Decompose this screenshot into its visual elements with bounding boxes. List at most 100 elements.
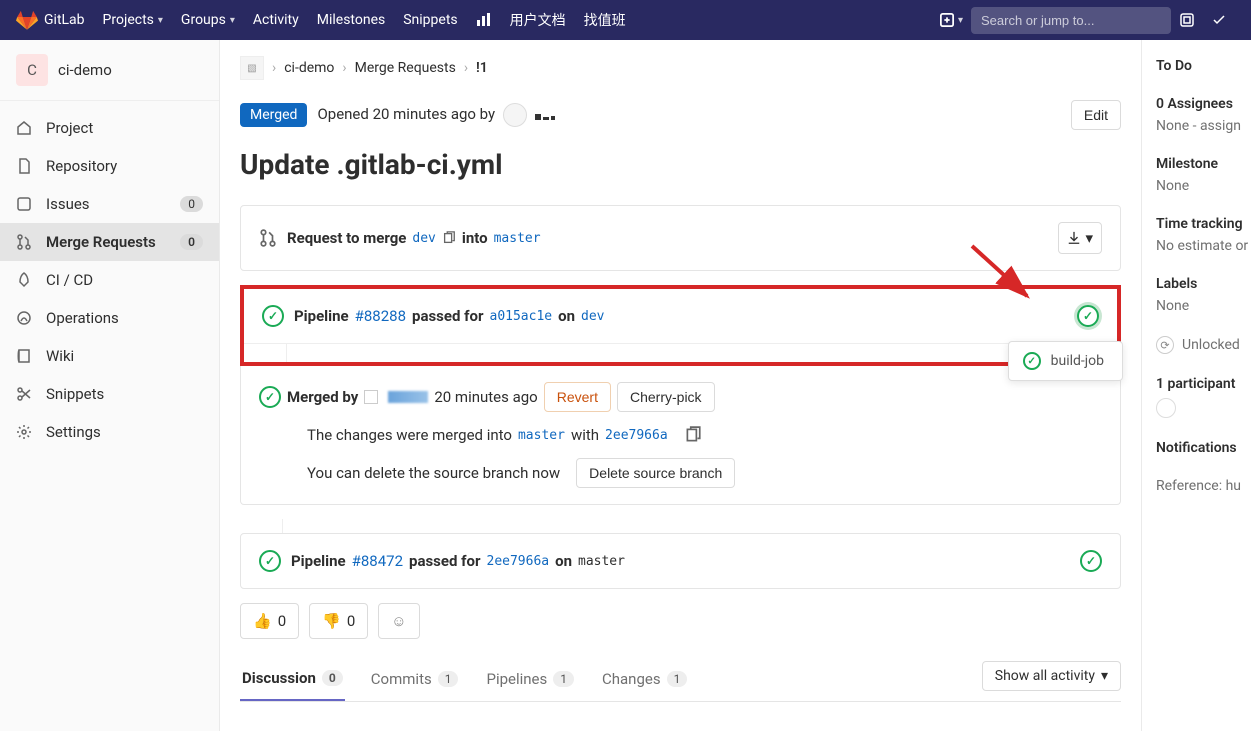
merged-by-label: Merged by — [287, 388, 358, 406]
pipeline-branch[interactable]: dev — [581, 309, 604, 324]
mr-count: 0 — [180, 234, 203, 250]
merger-name[interactable] — [388, 391, 428, 403]
tab-discussion[interactable]: Discussion0 — [240, 657, 345, 701]
nav-chart-icon[interactable] — [476, 12, 492, 28]
issues-count: 0 — [180, 196, 203, 212]
nav-user-docs[interactable]: 用户文档 — [510, 10, 566, 30]
merged-target[interactable]: master — [518, 428, 565, 443]
merge-request-icon — [16, 234, 32, 250]
sidebar-project[interactable]: Project — [0, 109, 219, 147]
rb-reference: Reference: hu — [1156, 478, 1251, 494]
merged-status-icon — [259, 386, 281, 408]
thumbs-down-icon: 👎 — [322, 612, 341, 630]
sidebar-operations[interactable]: Operations — [0, 299, 219, 337]
sidebar-cicd[interactable]: CI / CD — [0, 261, 219, 299]
thumbs-up-button[interactable]: 👍0 — [240, 603, 299, 639]
breadcrumb-section[interactable]: Merge Requests — [355, 60, 456, 76]
pipeline2-id-link[interactable]: #88472 — [352, 552, 403, 570]
merge-request-icon — [259, 229, 277, 247]
project-header[interactable]: C ci-demo — [0, 40, 219, 101]
into-label: into — [462, 229, 488, 247]
download-dropdown[interactable]: ▾ — [1058, 222, 1102, 254]
nav-groups[interactable]: Groups▾ — [181, 12, 235, 28]
home-icon — [16, 120, 32, 136]
pipeline-label: Pipeline — [294, 307, 349, 325]
thumbs-down-button[interactable]: 👎0 — [309, 603, 368, 639]
merged-commit[interactable]: 2ee7966a — [605, 428, 668, 443]
rocket-icon — [16, 272, 32, 288]
refresh-icon[interactable]: ⟳ — [1156, 336, 1174, 354]
issues-icon — [16, 196, 32, 212]
sidebar-wiki[interactable]: Wiki — [0, 337, 219, 375]
author-name[interactable] — [535, 106, 557, 124]
operations-icon — [16, 310, 32, 326]
pipeline2-commit-link[interactable]: 2ee7966a — [487, 554, 550, 569]
nav-milestones[interactable]: Milestones — [317, 12, 386, 28]
search-input[interactable] — [981, 13, 1157, 28]
rb-time-label: Time tracking — [1156, 216, 1251, 232]
breadcrumb-project[interactable]: ci-demo — [284, 60, 334, 76]
source-branch[interactable]: dev — [412, 231, 435, 246]
discussion-count: 0 — [322, 670, 343, 686]
nav-snippets[interactable]: Snippets — [403, 12, 457, 28]
nav-activity[interactable]: Activity — [253, 12, 299, 28]
rb-labels-label: Labels — [1156, 276, 1251, 292]
nav-projects[interactable]: Projects▾ — [103, 12, 163, 28]
sidebar-issues[interactable]: Issues0 — [0, 185, 219, 223]
chevron-down-icon: ▾ — [158, 15, 163, 26]
chevron-down-icon: ▾ — [1101, 668, 1108, 684]
sidebar-settings[interactable]: Settings — [0, 413, 219, 451]
rb-assignees-val[interactable]: None - assign — [1156, 118, 1251, 134]
plus-dropdown[interactable]: ▾ — [940, 13, 963, 27]
rb-todo: To Do — [1156, 58, 1251, 74]
request-to-merge-label: Request to merge — [287, 229, 406, 247]
copy-icon[interactable] — [442, 231, 456, 245]
todos-icon[interactable] — [1211, 12, 1227, 28]
job-popover: build-job — [1008, 341, 1123, 381]
book-icon — [16, 348, 32, 364]
tab-changes[interactable]: Changes1 — [600, 658, 689, 700]
pipeline-commit-link[interactable]: a015ac1e — [490, 309, 553, 324]
thumbs-up-icon: 👍 — [253, 612, 272, 630]
gitlab-logo[interactable]: GitLab — [16, 9, 85, 31]
target-branch[interactable]: master — [494, 231, 541, 246]
sidebar-merge-requests[interactable]: Merge Requests0 — [0, 223, 219, 261]
pipelines-count: 1 — [553, 671, 574, 687]
participant-avatar[interactable] — [1156, 398, 1176, 418]
global-search[interactable] — [971, 7, 1171, 34]
stage2-status-button[interactable] — [1080, 550, 1102, 572]
breadcrumb: ▧ › ci-demo › Merge Requests › !1 — [240, 56, 1121, 80]
job-name[interactable]: build-job — [1051, 353, 1104, 369]
pipeline2-status-icon[interactable] — [259, 550, 281, 572]
rb-labels-val: None — [1156, 298, 1251, 314]
cherry-pick-button[interactable]: Cherry-pick — [617, 382, 715, 412]
merger-avatar[interactable] — [364, 390, 378, 404]
rb-time-val: No estimate or — [1156, 238, 1251, 254]
mr-title: Update .gitlab-ci.yml — [240, 148, 1121, 181]
rb-notifications[interactable]: Notifications — [1156, 440, 1251, 456]
changes-count: 1 — [667, 671, 688, 687]
on-label: on — [555, 552, 572, 570]
sidebar-snippets[interactable]: Snippets — [0, 375, 219, 413]
rb-milestone-val: None — [1156, 178, 1251, 194]
pipeline-id-link[interactable]: #88288 — [355, 307, 406, 325]
delete-source-branch-button[interactable]: Delete source branch — [576, 458, 735, 488]
author-avatar[interactable] — [503, 103, 527, 127]
rb-assignees-label: 0 Assignees — [1156, 96, 1251, 112]
issues-icon[interactable] — [1179, 12, 1195, 28]
edit-button[interactable]: Edit — [1071, 100, 1121, 130]
tab-pipelines[interactable]: Pipelines1 — [484, 658, 576, 700]
tab-commits[interactable]: Commits1 — [369, 658, 461, 700]
nav-find-class[interactable]: 找值班 — [584, 10, 626, 30]
pipeline-status-icon[interactable] — [262, 305, 284, 327]
copy-icon[interactable] — [684, 426, 702, 444]
add-reaction-button[interactable]: ☺ — [378, 603, 419, 639]
revert-button[interactable]: Revert — [544, 382, 611, 412]
rb-participant-label: 1 participant — [1156, 376, 1251, 392]
pipeline2-branch[interactable]: master — [578, 554, 625, 569]
show-activity-dropdown[interactable]: Show all activity▾ — [982, 661, 1121, 691]
rb-milestone-label: Milestone — [1156, 156, 1251, 172]
group-avatar[interactable]: ▧ — [240, 56, 264, 80]
sidebar-repository[interactable]: Repository — [0, 147, 219, 185]
stage-status-button[interactable] — [1077, 305, 1099, 327]
